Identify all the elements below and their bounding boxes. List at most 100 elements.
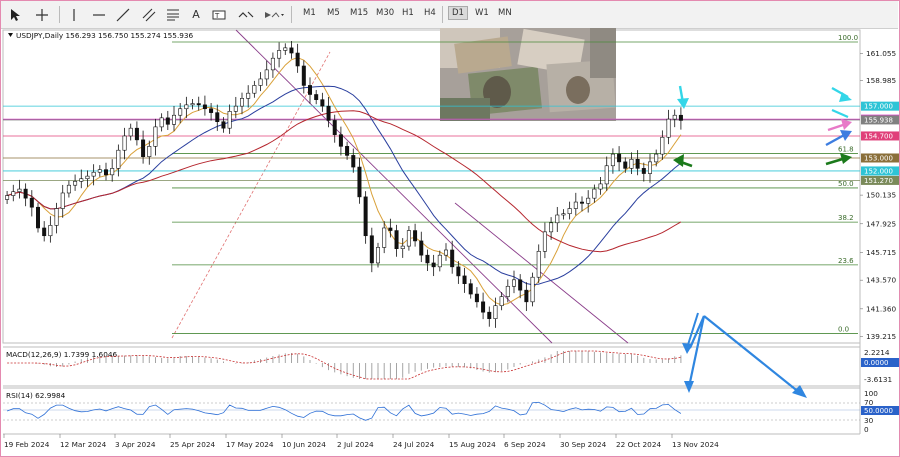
candle-body (104, 169, 109, 176)
candle (542, 222, 547, 259)
candle-body (326, 105, 331, 121)
candle-body (351, 155, 356, 168)
price-tick-label: 161.055 (866, 49, 896, 58)
candle-body (5, 195, 10, 200)
candle (487, 306, 492, 327)
candle (147, 140, 152, 165)
macd-axis-zero: 0.0000 (864, 359, 889, 367)
candle (610, 148, 615, 174)
candle (338, 126, 343, 156)
candle-body (178, 108, 183, 116)
candle-body (128, 127, 133, 137)
candle (437, 250, 442, 272)
candle (524, 282, 529, 312)
candle-body (499, 296, 504, 307)
candle-body (110, 168, 115, 176)
candle-body (91, 171, 96, 177)
candle (443, 243, 448, 261)
candle (209, 103, 214, 121)
candle (598, 177, 603, 195)
chart-canvas[interactable]: 100.0 61.8 50.0 38.2 23.6 0.0 USDJPY,Daily 15… (0, 0, 900, 457)
candle (425, 249, 430, 271)
date-label: 17 May 2024 (226, 440, 274, 449)
date-label: 30 Sep 2024 (560, 440, 607, 449)
candle (345, 141, 350, 160)
rsi-axis-70: 70 (864, 398, 874, 407)
candle-body (542, 231, 547, 252)
fib-label: 38.2 (838, 214, 854, 222)
candle (295, 43, 300, 73)
candle-body (270, 57, 275, 71)
candle (42, 221, 47, 242)
candle-body (419, 240, 424, 256)
candle (666, 109, 671, 145)
date-label: 25 Apr 2024 (170, 440, 215, 449)
price-tick-label: 139.215 (866, 332, 896, 341)
candle-body (474, 293, 479, 303)
green-left-arrow-icon (673, 154, 693, 168)
price-tick-label: 158.985 (866, 76, 896, 85)
date-label: 3 Apr 2024 (115, 440, 156, 449)
candle-body (196, 103, 201, 106)
candle-body (11, 191, 16, 196)
candle (29, 190, 34, 217)
green-right-arrow-icon (825, 153, 852, 166)
price-tick-label: 143.570 (866, 276, 897, 285)
price-level-label: 155.938 (864, 116, 893, 124)
candle (660, 130, 665, 160)
date-label: 12 Mar 2024 (60, 440, 107, 449)
candle (592, 184, 597, 203)
candle-body (97, 169, 102, 173)
candle (128, 123, 133, 141)
date-label: 10 Jun 2024 (282, 440, 326, 449)
fib-label: 0.0 (838, 326, 849, 334)
main-pane-border (2, 29, 861, 344)
candle-body (647, 161, 652, 174)
date-label: 19 Feb 2024 (4, 440, 50, 449)
candle-body (221, 121, 226, 129)
candle-body (672, 114, 677, 120)
ma-slow-line (6, 110, 682, 253)
candle (184, 96, 189, 118)
candle (85, 170, 90, 187)
date-label: 22 Oct 2024 (616, 440, 661, 449)
candle-body (227, 111, 232, 129)
candle-body (518, 279, 523, 291)
candle (672, 109, 677, 128)
rsi-pane: RSI(14) 62.9984 100 70 50.0000 30 0 (3, 389, 899, 434)
rsi-header: RSI(14) 62.9984 (6, 391, 66, 400)
candle (97, 165, 102, 177)
candle-body (215, 112, 220, 123)
candle-body (623, 161, 628, 169)
candle (153, 118, 158, 156)
candle (246, 85, 251, 108)
candle-body (425, 254, 430, 264)
candle-body (314, 94, 319, 100)
candle-body (598, 183, 603, 190)
candle (190, 99, 195, 110)
candle (604, 156, 609, 191)
pink-right-arrow-icon (827, 119, 852, 132)
candle (474, 287, 479, 308)
candle-body (437, 254, 442, 268)
candle (66, 180, 71, 198)
candle (567, 201, 572, 220)
candle-body (660, 136, 665, 155)
candle-body (586, 197, 591, 204)
candle-body (252, 85, 257, 94)
candle-body (530, 276, 535, 303)
annotation-arrows (673, 85, 852, 398)
candle (536, 244, 541, 283)
candle (468, 279, 473, 299)
candle-body (641, 168, 646, 174)
candle-body (573, 201, 578, 209)
candle (73, 174, 78, 191)
candle (530, 272, 535, 307)
candle-body (159, 117, 164, 128)
candle (678, 107, 683, 130)
candle-body (400, 245, 405, 250)
cyan-down-arrow-icon (677, 85, 689, 109)
candle-body (79, 178, 84, 182)
candle-body (536, 250, 541, 278)
candle-body (264, 69, 269, 80)
